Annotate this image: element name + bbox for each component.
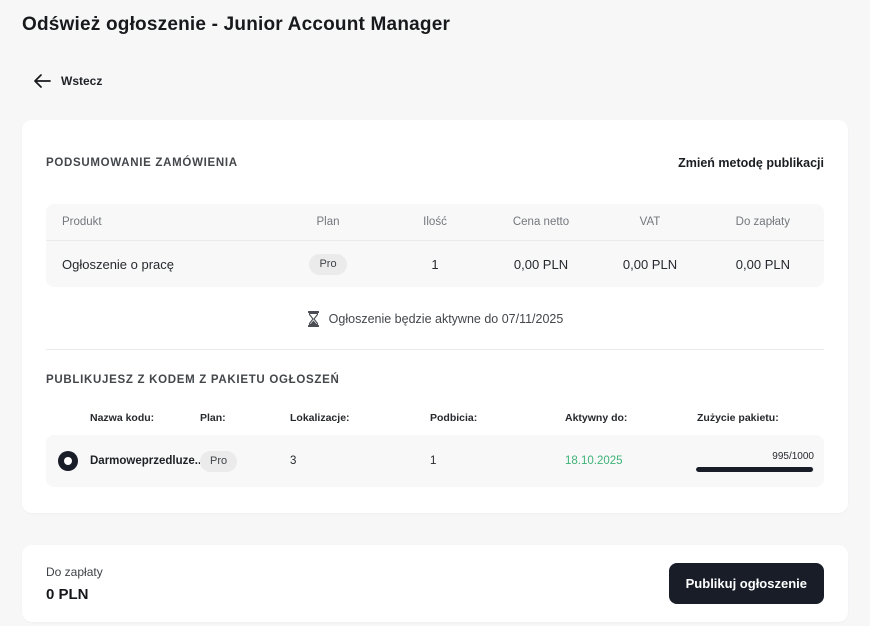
active-until-text: Ogłoszenie będzie aktywne do 07/11/2025 xyxy=(329,312,564,326)
col-header-usage: Zużycie pakietu: xyxy=(695,412,824,424)
code-locations-value: 3 xyxy=(290,455,430,467)
vat-value: 0,00 PLN xyxy=(592,257,708,272)
col-header-locations: Lokalizacje: xyxy=(290,412,430,424)
active-until-notice: Ogłoszenie będzie aktywne do 07/11/2025 xyxy=(46,311,824,327)
code-name: Darmoweprzedluze... xyxy=(90,455,200,467)
package-usage: 995/1000 xyxy=(695,451,824,472)
back-arrow-icon xyxy=(34,74,51,88)
product-name: Ogłoszenie o pracę xyxy=(46,257,276,272)
col-header-active-until: Aktywny do: xyxy=(565,412,695,424)
col-header-code-plan: Plan: xyxy=(200,412,290,424)
usage-bar-fill xyxy=(696,467,813,472)
order-table-row: Ogłoszenie o pracę Pro 1 0,00 PLN 0,00 P… xyxy=(46,241,824,287)
col-header-net-price: Cena netto xyxy=(490,216,592,228)
net-price-value: 0,00 PLN xyxy=(490,257,592,272)
order-table: Produkt Plan Ilość Cena netto VAT Do zap… xyxy=(46,204,824,287)
col-header-bumps: Podbicia: xyxy=(430,412,565,424)
package-table-header: Nazwa kodu: Plan: Lokalizacje: Podbicia:… xyxy=(46,412,824,424)
col-header-to-pay: Do zapłaty xyxy=(708,216,824,228)
package-code-row[interactable]: Darmoweprzedluze... Pro 3 1 18.10.2025 9… xyxy=(46,435,824,487)
back-label: Wstecz xyxy=(61,74,102,88)
to-pay-label: Do zapłaty xyxy=(46,565,103,579)
back-button[interactable]: Wstecz xyxy=(34,74,102,88)
col-header-code-name: Nazwa kodu: xyxy=(90,412,200,424)
to-pay-summary: Do zapłaty 0 PLN xyxy=(46,565,103,603)
section-divider xyxy=(46,349,824,350)
usage-text: 995/1000 xyxy=(772,451,814,462)
code-plan-badge: Pro xyxy=(200,451,237,472)
package-section-title: PUBLIKUJESZ Z KODEM Z PAKIETU OGŁOSZEŃ xyxy=(46,374,824,386)
code-active-until-value: 18.10.2025 xyxy=(565,455,695,467)
usage-bar-track xyxy=(696,467,814,472)
to-pay-value: 0 PLN xyxy=(46,586,103,603)
order-table-header: Produkt Plan Ilość Cena netto VAT Do zap… xyxy=(46,204,824,241)
order-summary-title: PODSUMOWANIE ZAMÓWIENIA xyxy=(46,157,238,169)
col-header-plan: Plan xyxy=(276,216,380,228)
code-plan-badge-cell: Pro xyxy=(200,451,290,472)
package-code-radio[interactable] xyxy=(46,451,90,471)
order-summary-card: PODSUMOWANIE ZAMÓWIENIA Zmień metodę pub… xyxy=(22,120,848,513)
hourglass-icon xyxy=(307,311,320,327)
publish-button[interactable]: Publikuj ogłoszenie xyxy=(669,563,824,604)
col-header-vat: VAT xyxy=(592,216,708,228)
plan-badge-cell: Pro xyxy=(276,254,380,275)
payment-footer-card: Do zapłaty 0 PLN Publikuj ogłoszenie xyxy=(22,545,848,622)
quantity-value: 1 xyxy=(380,257,490,272)
plan-badge: Pro xyxy=(309,254,346,275)
col-header-quantity: Ilość xyxy=(380,216,490,228)
to-pay-cell-value: 0,00 PLN xyxy=(708,257,824,272)
page: Odśwież ogłoszenie - Junior Account Mana… xyxy=(0,0,870,622)
code-bumps-value: 1 xyxy=(430,455,565,467)
change-publication-method-link[interactable]: Zmień metodę publikacji xyxy=(678,156,824,170)
col-header-product: Produkt xyxy=(46,216,276,228)
page-title: Odśwież ogłoszenie - Junior Account Mana… xyxy=(22,0,848,36)
